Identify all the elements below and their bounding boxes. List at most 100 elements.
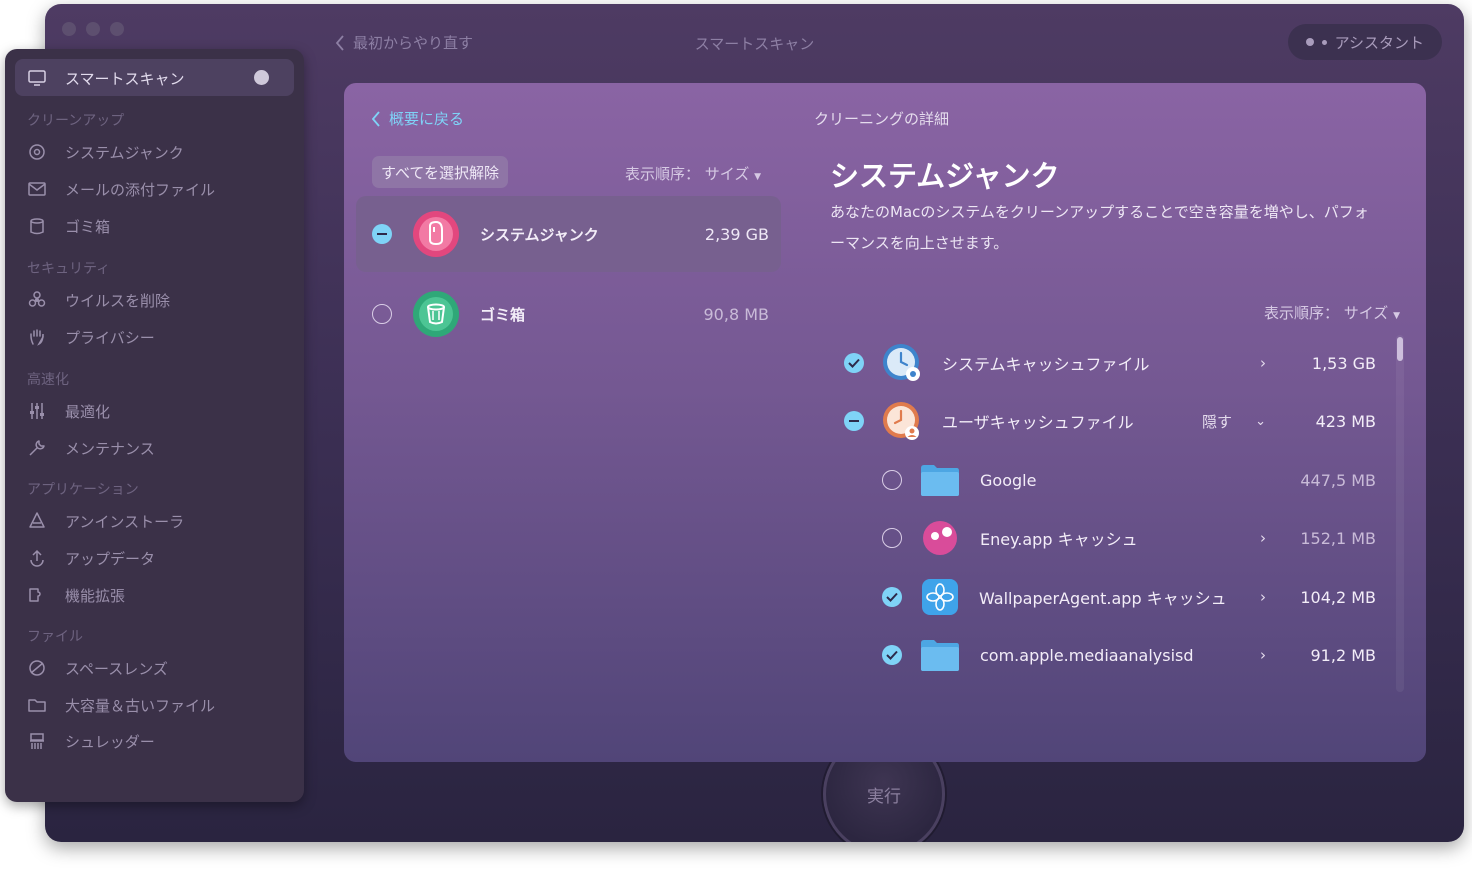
- folder-icon: [921, 465, 959, 496]
- item-checkbox[interactable]: [882, 470, 902, 490]
- junk-item-list: システムキャッシュファイル › 1,53 GB ユーザキャッシュファイル 隠す …: [832, 333, 1392, 693]
- sidebar: スマートスキャン クリーンアップ システムジャンク メールの添付ファイル ゴミ箱…: [5, 49, 304, 802]
- assistant-dot-small-icon: [1321, 39, 1327, 45]
- sort-value: サイズ: [1343, 304, 1389, 322]
- uninstall-icon: [29, 512, 45, 528]
- category-row-system-junk[interactable]: システムジャンク 2,39 GB: [372, 210, 769, 258]
- sidebar-item-extensions[interactable]: 機能拡張: [27, 583, 125, 607]
- detail-title: クリーニングの詳細: [814, 110, 950, 128]
- section-heading: システムジャンク: [830, 159, 1060, 193]
- sidebar-item-maintenance[interactable]: メンテナンス: [27, 436, 155, 460]
- back-to-overview-label: 概要に戻る: [389, 110, 465, 128]
- chevron-right-icon[interactable]: ›: [1260, 529, 1266, 547]
- sidebar-item-optimize[interactable]: 最適化: [27, 399, 110, 423]
- sidebar-heading-applications: アプリケーション: [27, 482, 139, 498]
- checkmark-icon: [848, 358, 860, 368]
- list-item[interactable]: Google 447,5 MB: [832, 455, 1392, 505]
- chevron-right-icon[interactable]: ›: [1260, 588, 1266, 606]
- system-cache-icon: [883, 344, 920, 381]
- sidebar-item-space-lens[interactable]: スペースレンズ: [27, 656, 168, 680]
- sidebar-item-label: ウイルスを削除: [65, 291, 171, 310]
- sidebar-item-remove-virus[interactable]: ウイルスを削除: [27, 288, 170, 312]
- deselect-all-button[interactable]: すべてを選択解除: [372, 156, 509, 188]
- assistant-dot-icon: [1305, 38, 1314, 46]
- item-name: Eney.app キャッシュ: [980, 530, 1138, 549]
- sidebar-item-label: プライバシー: [65, 328, 155, 347]
- category-name: ゴミ箱: [480, 305, 526, 324]
- sliders-icon: [30, 403, 44, 419]
- sidebar-item-mail-attachments[interactable]: メールの添付ファイル: [27, 177, 215, 201]
- item-size: 423 MB: [1315, 411, 1376, 431]
- run-button-label: 実行: [867, 786, 901, 807]
- trash-bin-icon: [413, 291, 459, 337]
- item-name: com.apple.mediaanalysisd: [980, 645, 1194, 665]
- sidebar-item-privacy[interactable]: プライバシー: [27, 325, 155, 349]
- system-junk-icon: [413, 211, 459, 257]
- item-size: 91,2 MB: [1310, 645, 1377, 665]
- sidebar-heading-files: ファイル: [27, 629, 83, 645]
- category-sort-control[interactable]: 表示順序： サイズ ▼: [625, 163, 761, 184]
- sort-label: 表示順序：: [1263, 304, 1339, 322]
- item-checkbox[interactable]: [882, 587, 902, 607]
- item-checkbox[interactable]: [844, 353, 864, 373]
- item-checkbox[interactable]: [882, 645, 902, 665]
- sidebar-item-label: スマートスキャン: [65, 69, 185, 88]
- lens-icon: [29, 660, 45, 676]
- sidebar-heading-speed: 高速化: [27, 372, 69, 388]
- chevron-down-icon[interactable]: ⌄: [1255, 414, 1266, 429]
- item-checkbox[interactable]: [882, 528, 902, 548]
- status-dot-icon: [254, 70, 269, 85]
- category-name: システムジャンク: [480, 225, 599, 244]
- sidebar-item-label: メンテナンス: [65, 439, 155, 458]
- category-row-trash[interactable]: ゴミ箱 90,8 MB: [372, 290, 769, 338]
- sidebar-item-shredder[interactable]: シュレッダー: [27, 729, 155, 753]
- caret-down-icon: ▼: [1393, 311, 1400, 321]
- sidebar-item-label: 機能拡張: [65, 586, 126, 605]
- back-to-overview-link[interactable]: 概要に戻る: [372, 108, 464, 129]
- chevron-right-icon[interactable]: ›: [1260, 354, 1266, 372]
- disk-icon: [29, 144, 45, 160]
- sidebar-item-large-old-files[interactable]: 大容量＆古いファイル: [27, 693, 215, 717]
- section-description: あなたのMacのシステムをクリーンアップすることで空き容量を増やし、パフォーマン…: [830, 203, 1369, 252]
- extension-icon: [29, 588, 41, 602]
- sidebar-item-updater[interactable]: アップデータ: [27, 546, 155, 570]
- sidebar-heading-security: セキュリティ: [27, 261, 111, 277]
- sort-label: 表示順序：: [625, 165, 701, 183]
- item-name: システムキャッシュファイル: [942, 355, 1150, 374]
- category-checkbox[interactable]: [372, 304, 392, 324]
- sort-value: サイズ: [704, 165, 750, 183]
- list-scrollbar-track[interactable]: [1396, 335, 1404, 692]
- category-size: 90,8 MB: [703, 304, 770, 324]
- monitor-icon: [28, 70, 46, 86]
- sidebar-item-label: ゴミ箱: [65, 217, 111, 236]
- list-scrollbar-thumb[interactable]: [1397, 337, 1403, 361]
- hide-toggle[interactable]: 隠す: [1202, 411, 1232, 432]
- sidebar-item-uninstaller[interactable]: アンインストーラ: [27, 509, 184, 533]
- sidebar-item-trash[interactable]: ゴミ箱: [27, 214, 110, 238]
- list-item[interactable]: システムキャッシュファイル › 1,53 GB: [832, 338, 1392, 388]
- folder-icon: [28, 699, 46, 712]
- list-item[interactable]: com.apple.mediaanalysisd › 91,2 MB: [832, 630, 1392, 680]
- item-name: WallpaperAgent.app キャッシュ: [979, 589, 1227, 608]
- wallpaper-agent-icon: [922, 579, 958, 615]
- item-sort-control[interactable]: 表示順序： サイズ ▼: [1264, 302, 1400, 323]
- trash-icon: [30, 218, 44, 235]
- update-icon: [30, 549, 44, 567]
- user-cache-icon: [883, 402, 919, 440]
- assistant-label: アシスタント: [1334, 33, 1424, 52]
- hand-icon: [30, 329, 44, 346]
- list-item[interactable]: ユーザキャッシュファイル 隠す ⌄ 423 MB: [832, 396, 1392, 446]
- list-item[interactable]: WallpaperAgent.app キャッシュ › 104,2 MB: [832, 572, 1392, 622]
- sidebar-item-system-junk[interactable]: システムジャンク: [27, 140, 184, 164]
- wrench-icon: [29, 440, 45, 456]
- assistant-button[interactable]: アシスタント: [1287, 24, 1442, 60]
- sidebar-item-label: シュレッダー: [65, 732, 155, 751]
- sidebar-item-label: 最適化: [65, 402, 111, 421]
- chevron-right-icon[interactable]: ›: [1260, 646, 1266, 664]
- item-partial-toggle[interactable]: [844, 411, 864, 431]
- cleaning-details-panel: 概要に戻る クリーニングの詳細 すべてを選択解除 表示順序： サイズ ▼ システ…: [344, 83, 1426, 762]
- list-item[interactable]: Eney.app キャッシュ › 152,1 MB: [832, 513, 1392, 563]
- category-partial-toggle[interactable]: [372, 224, 392, 244]
- mail-icon: [28, 182, 46, 196]
- sidebar-item-smart-scan-content[interactable]: スマートスキャン: [27, 66, 185, 90]
